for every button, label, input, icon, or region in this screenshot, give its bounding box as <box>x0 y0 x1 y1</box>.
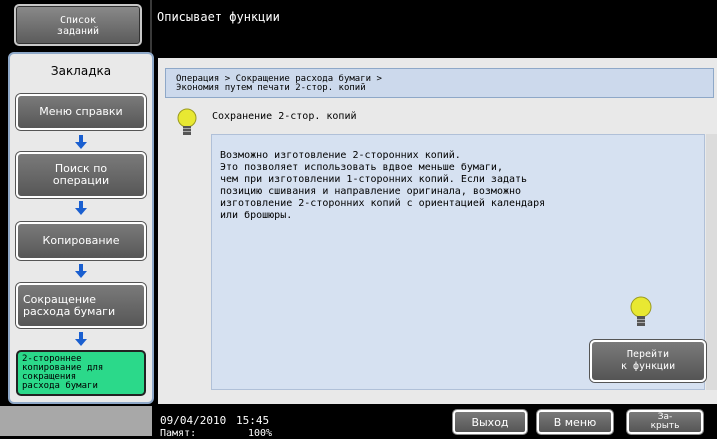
date-display: 09/04/2010 <box>160 414 227 427</box>
description-line: чем при изготовлении 1-сторонних копий. … <box>220 174 528 185</box>
to-menu-button[interactable]: В меню <box>537 410 613 434</box>
sidebar-item-paper-saving[interactable]: Сокращение расхода бумаги <box>16 283 146 328</box>
breadcrumb: Операция > Сокращение расхода бумаги > Э… <box>165 68 714 98</box>
job-list-label-line1: Список <box>59 15 97 26</box>
section-title: Сохранение 2-стор. копий <box>212 111 357 122</box>
job-list-label-line2: заданий <box>56 26 100 37</box>
to-menu-label: В меню <box>553 415 597 429</box>
description-text: Возможно изготовление 2-сторонних копий.… <box>220 150 690 222</box>
go-to-function-label-line2: к функции <box>620 361 676 372</box>
sidebar-item-label: Меню справки <box>39 105 123 118</box>
top-separator <box>150 0 152 58</box>
job-list-button[interactable]: Список заданий <box>14 4 142 46</box>
close-button[interactable]: За- крыть <box>627 410 703 434</box>
lightbulb-icon <box>630 296 652 326</box>
description-line: изготовление 2-сторонних копий с ориента… <box>220 198 546 209</box>
status-bar-left-strip <box>0 406 152 436</box>
sidebar-item-help-menu[interactable]: Меню справки <box>16 94 146 130</box>
go-to-function-label-line1: Перейти <box>626 349 670 360</box>
lightbulb-icon <box>177 108 197 135</box>
memory-label: Памят: <box>160 428 197 439</box>
time-display: 15:45 <box>236 414 270 427</box>
sidebar-item-search-by-operation[interactable]: Поиск по операции <box>16 152 146 198</box>
bookmark-label: Закладка <box>50 64 112 78</box>
exit-label: Выход <box>471 415 509 429</box>
sidebar-item-duplex-copying[interactable]: 2-стороннее копирование для сокращения р… <box>16 350 146 396</box>
sidebar-item-label-line1: Сокращение <box>23 292 97 306</box>
arrow-down-icon <box>75 135 87 149</box>
sidebar-item-label: Копирование <box>42 234 120 247</box>
breadcrumb-line2: Экономия путем печати 2-стор. копий <box>176 83 366 93</box>
close-label-line2: крыть <box>650 421 680 431</box>
scroll-strip <box>706 134 717 390</box>
memory-value: 100% <box>248 428 273 439</box>
sidebar-item-label-line4: расхода бумаги <box>22 381 98 391</box>
description-line: Это позволяет использовать вдвое меньше … <box>220 162 503 173</box>
description-line: позицию сшивания и направление оригинала… <box>220 186 522 197</box>
arrow-down-icon <box>75 332 87 346</box>
sidebar-item-label-line2: операции <box>52 174 110 187</box>
arrow-down-icon <box>75 201 87 215</box>
exit-button[interactable]: Выход <box>453 410 527 434</box>
sidebar-item-copying[interactable]: Копирование <box>16 222 146 260</box>
sidebar-item-label-line2: расхода бумаги <box>23 304 116 318</box>
description-line: или брошюры. <box>220 210 293 221</box>
go-to-function-button[interactable]: Перейти к функции <box>590 340 706 382</box>
arrow-down-icon <box>75 264 87 278</box>
function-description: Описывает функции <box>157 10 280 24</box>
description-line: Возможно изготовление 2-сторонних копий. <box>220 150 461 161</box>
